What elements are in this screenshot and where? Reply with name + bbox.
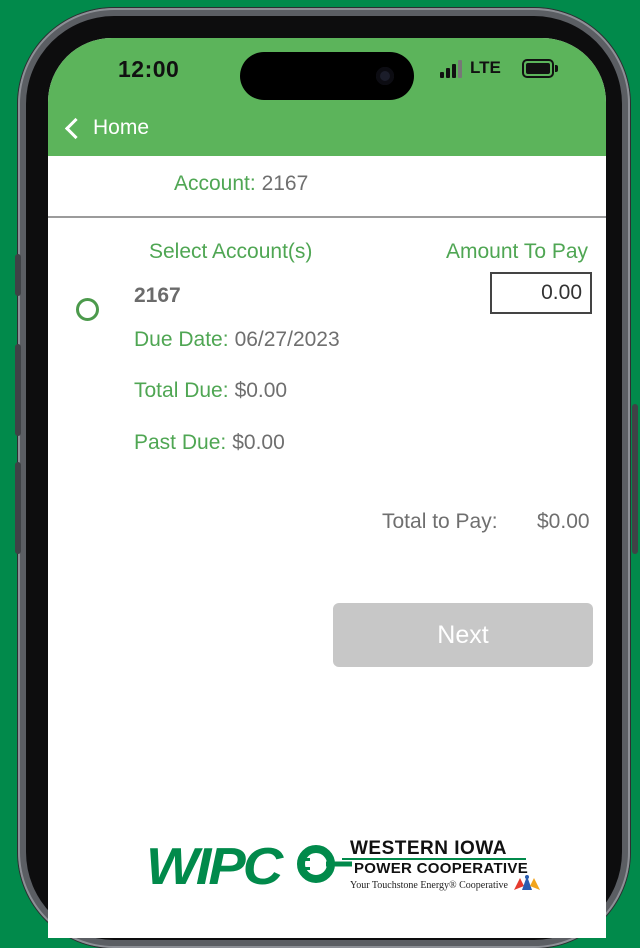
logo-name-line1: WESTERN IOWA [350,838,507,859]
signal-bars-icon [440,58,464,78]
plug-icon [297,845,352,883]
total-to-pay-label: Total to Pay: [382,510,498,533]
status-time: 12:00 [118,56,180,82]
volume-down-button [15,462,21,554]
amount-to-pay-input[interactable] [490,272,592,314]
account-select-radio[interactable] [76,298,99,321]
touchstone-energy-icon [514,875,540,890]
volume-up-button [15,344,21,436]
past-due-label: Past Due: [134,431,227,454]
camera-icon [376,67,394,85]
mute-switch [15,254,21,296]
app-header: 12:00 LTE Home [48,38,606,156]
total-to-pay-value: $0.00 [537,510,590,533]
account-row-number: 2167 [134,284,181,307]
past-due-row: Past Due: $0.00 [134,431,285,455]
battery-icon [522,59,558,78]
due-date-label: Due Date: [134,328,229,351]
account-label: Account: [174,172,256,195]
app-screen: 12:00 LTE Home Account: 2167 Select Acco… [48,38,606,938]
total-due-row: Total Due: $0.00 [134,379,287,403]
logo-tagline: Your Touchstone Energy® Cooperative [350,880,508,891]
due-date-row: Due Date: 06/27/2023 [134,328,340,352]
power-button [632,404,638,554]
due-date-value: 06/27/2023 [234,328,340,351]
logo-letters: WIPC [146,836,283,895]
next-button[interactable]: Next [333,603,593,667]
account-number: 2167 [261,172,309,195]
chevron-left-icon [64,117,87,139]
total-due-value: $0.00 [234,379,288,402]
past-due-value: $0.00 [232,431,285,454]
back-label: Home [93,116,150,139]
amount-to-pay-heading: Amount To Pay [446,240,589,263]
wipco-logo: WIPC WESTERN IOWA POWER COOPERATIVE Your… [146,834,546,898]
dynamic-island [240,52,414,100]
back-home-button[interactable]: Home [64,114,149,142]
network-type: LTE [470,58,501,77]
select-accounts-heading: Select Account(s) [149,240,313,263]
account-line: Account: 2167 [174,172,308,196]
account-summary-bar: Account: 2167 [48,156,606,218]
total-due-label: Total Due: [134,379,229,402]
logo-name-line2: POWER COOPERATIVE [354,860,529,877]
